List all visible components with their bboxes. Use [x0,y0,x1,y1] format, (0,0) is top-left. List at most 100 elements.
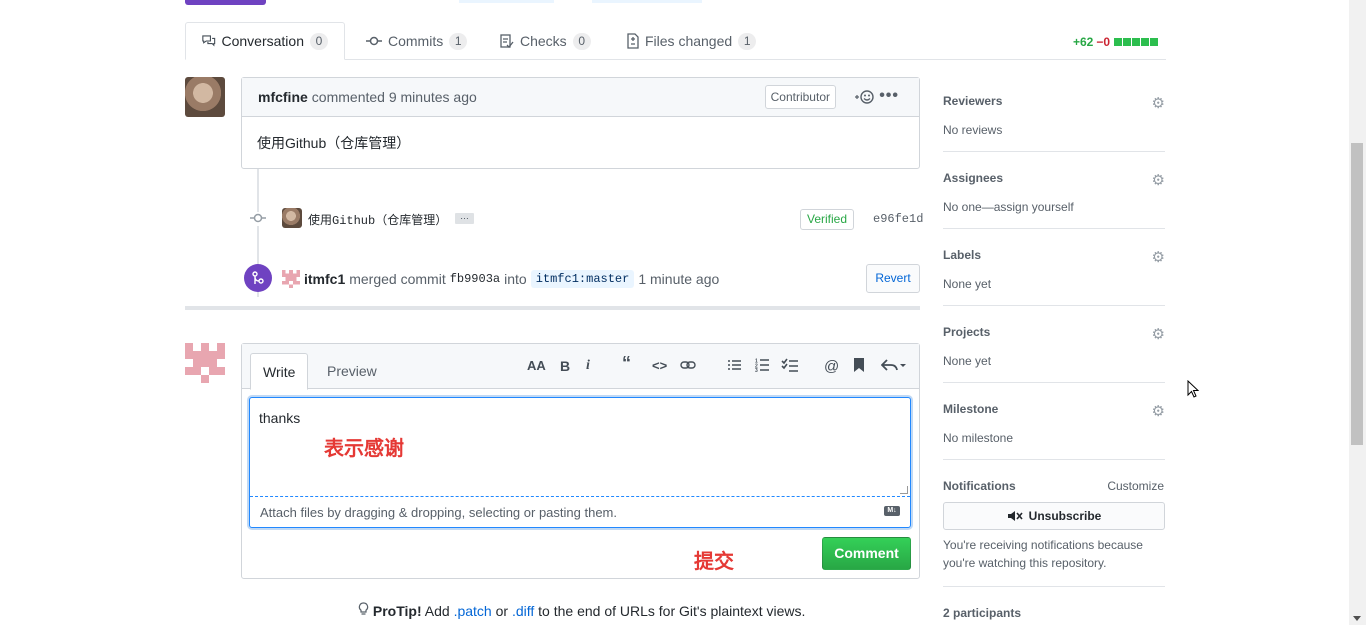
annotation-label: 表示感谢 [324,438,404,460]
gear-icon[interactable]: ⚙ [1152,325,1165,343]
unsubscribe-label: Unsubscribe [1028,509,1102,523]
sidebar-divider [943,151,1165,152]
scrollbar-thumb[interactable] [1351,143,1363,445]
resize-handle[interactable] [900,486,908,494]
comment-action: commented [311,89,385,105]
sidebar-title: Milestone [943,402,999,416]
expand-commit-button[interactable]: … [455,212,474,224]
bold-icon[interactable]: B [560,358,570,374]
comment-textarea[interactable]: thanks Attach files by dragging & droppi… [249,397,911,528]
diff-link[interactable]: .diff [512,603,534,619]
tab-counter: 1 [449,32,468,50]
git-commit-icon [250,212,266,226]
unsubscribe-button[interactable]: Unsubscribe [943,502,1165,530]
tab-counter: 1 [738,32,757,50]
branch-label-edge [592,0,702,3]
customize-link[interactable]: Customize [1107,479,1164,493]
sidebar-milestone[interactable]: Milestone ⚙ No milestone [943,402,1165,445]
git-merge-icon [244,264,272,292]
protip-text: or [495,603,509,619]
comment-author[interactable]: mfcfine [258,89,308,105]
smiley-icon [855,90,874,104]
saved-reply-icon[interactable] [854,358,864,375]
sidebar-value[interactable]: No one—assign yourself [943,200,1165,214]
base-branch[interactable]: itmfc1:master [530,270,635,288]
sidebar-title: Projects [943,325,991,339]
branch-label-edge [459,0,554,3]
markdown-icon[interactable]: M↓ [884,506,900,516]
protip-text: Add [424,603,450,619]
gear-icon[interactable]: ⚙ [1152,402,1165,420]
tab-write[interactable]: Write [250,353,309,390]
quote-icon[interactable]: “ [622,353,631,374]
bulleted-list-icon[interactable] [727,358,741,374]
sidebar-projects[interactable]: Projects ⚙ None yet [943,325,1165,368]
avatar[interactable] [282,208,302,228]
scrollbar[interactable] [1349,0,1366,625]
tab-label: Conversation [221,33,305,49]
commit-message[interactable]: 使用Github（仓库管理） [308,211,447,228]
revert-button[interactable]: Revert [866,264,920,293]
notification-reason: You're receiving notifications because y… [943,538,1143,570]
task-list-icon[interactable] [781,358,799,375]
checklist-icon [500,34,514,48]
tab-checks[interactable]: Checks 0 [484,22,607,60]
tab-label: Checks [520,33,567,49]
lightbulb-icon [358,602,373,619]
sidebar-assignees[interactable]: Assignees ⚙ No one—assign yourself [943,171,1165,214]
patch-link[interactable]: .patch [454,603,492,619]
tab-files-changed[interactable]: Files changed 1 [611,22,772,60]
contributor-badge: Contributor [764,85,836,109]
sidebar-divider [943,382,1165,383]
gear-icon[interactable]: ⚙ [1152,248,1165,266]
avatar[interactable] [282,270,300,288]
diffstat-added: +62 [1073,35,1094,49]
attach-files-hint[interactable]: Attach files by dragging & dropping, sel… [260,505,617,520]
merge-author[interactable]: itmfc1 [304,271,345,287]
text-size-icon[interactable]: AA [527,358,546,373]
tab-commits[interactable]: Commits 1 [350,22,483,60]
mention-icon[interactable]: @ [824,358,839,375]
tab-counter: 0 [572,32,591,50]
gear-icon[interactable]: ⚙ [1152,94,1165,112]
protip: ProTip! Add .patch or .diff to the end o… [358,602,805,619]
tab-counter: 0 [310,32,328,50]
svg-text:3: 3 [755,368,758,372]
sidebar-divider [943,305,1165,306]
sidebar-title: Reviewers [943,94,1003,108]
code-icon[interactable]: <> [652,358,667,373]
comment-submit-button[interactable]: Comment [822,537,911,570]
diffstat-removed: −0 [1096,35,1111,49]
merge-time[interactable]: 1 minute ago [638,271,719,287]
italic-icon[interactable]: i [586,358,590,374]
comment-body: 使用Github（仓库管理） [257,135,411,151]
avatar[interactable] [185,77,225,117]
numbered-list-icon[interactable]: 123 [755,358,769,375]
sidebar-value: None yet [943,277,992,291]
verified-badge[interactable]: Verified [800,209,855,230]
tab-conversation[interactable]: Conversation 0 [185,22,345,60]
merge-commit-sha[interactable]: fb9903a [450,272,500,286]
sidebar-value: None yet [943,354,992,368]
reply-dropdown-icon[interactable] [880,358,907,375]
timeline-end-divider [185,306,920,310]
tab-label: Commits [388,33,444,49]
merge-event: itmfc1 merged commit fb9903a into itmfc1… [304,270,719,288]
add-reaction-button[interactable] [854,90,874,107]
comment-text: thanks [259,410,301,426]
sidebar-labels[interactable]: Labels ⚙ None yet [943,248,1165,291]
tab-preview[interactable]: Preview [315,353,389,390]
tab-label: Files changed [645,33,733,49]
commit-sha[interactable]: e96fe1d [873,212,923,226]
sidebar-reviewers[interactable]: Reviewers ⚙ No reviews [943,94,1165,137]
link-icon[interactable] [680,358,696,374]
merged-state-badge-edge [185,0,266,5]
file-diff-icon [627,33,639,49]
sidebar-notifications: Notifications Customize [943,479,1165,493]
merge-text: merged commit [349,271,446,287]
avatar[interactable] [185,343,225,383]
gear-icon[interactable]: ⚙ [1152,171,1165,189]
scroll-down-arrow-icon[interactable] [1353,616,1361,621]
comment-time[interactable]: 9 minutes ago [389,89,477,105]
kebab-menu-icon[interactable]: ••• [879,87,899,105]
